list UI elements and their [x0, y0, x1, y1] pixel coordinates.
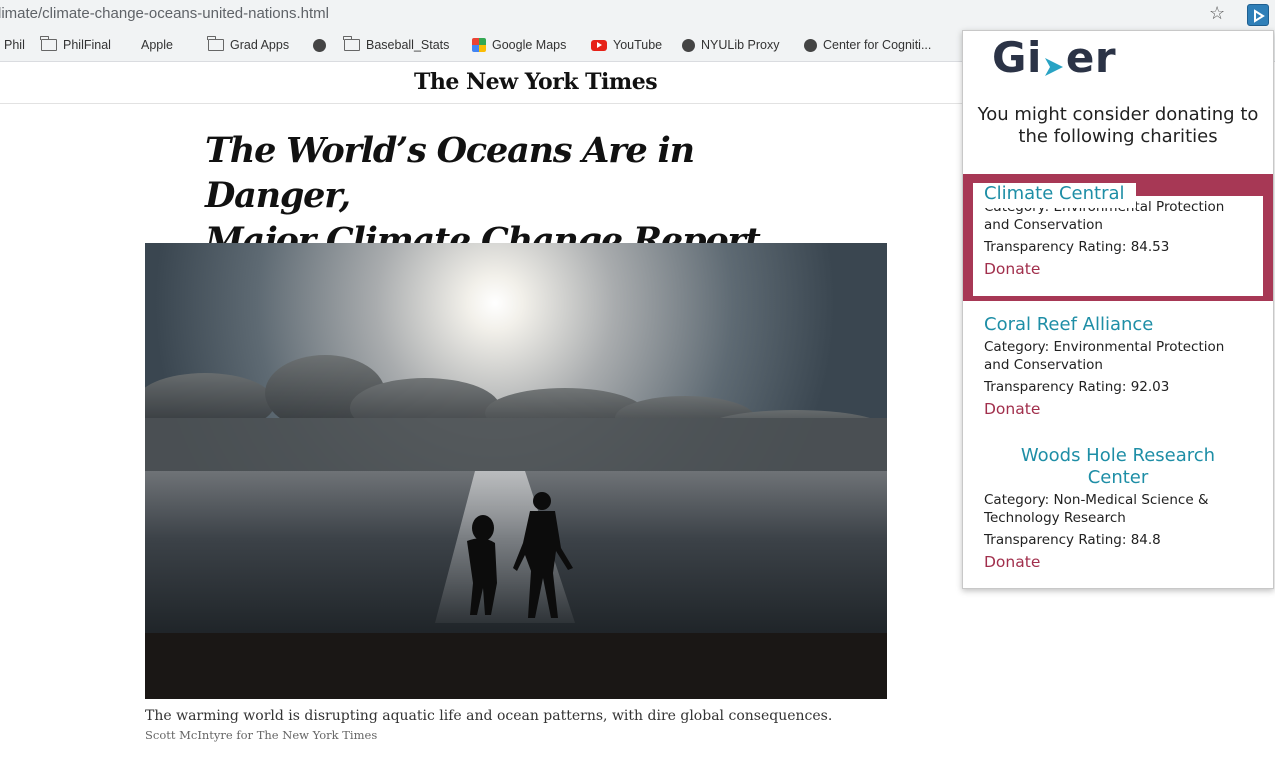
giver-logo: Gi er [992, 33, 1116, 82]
intro-line-1: You might consider donating to [977, 104, 1259, 125]
charity-card-woods-hole[interactable]: Woods Hole Research Center Category: Non… [963, 445, 1273, 571]
bookmark-youtube[interactable]: YouTube [591, 36, 662, 54]
bookmark-nyulib-proxy[interactable]: NYULib Proxy [682, 36, 780, 54]
bookmark-baseball-stats[interactable]: Baseball_Stats [343, 36, 450, 54]
nyt-masthead[interactable]: The New York Times [414, 69, 658, 95]
bookmark-label: NYULib Proxy [701, 38, 780, 52]
donate-link[interactable]: Donate [984, 400, 1252, 418]
play-arrow-icon [1043, 43, 1065, 76]
star-icon[interactable]: ☆ [1209, 3, 1225, 24]
charity-name-line-2: Center [1087, 467, 1149, 488]
bookmark-label: Grad Apps [230, 38, 290, 52]
maps-icon [472, 38, 486, 52]
bookmark-globe[interactable] [313, 36, 326, 54]
bookmark-label: Center for Cogniti... [823, 38, 932, 52]
bookmark-label: Google Maps [492, 38, 567, 52]
intro-line-2: the following charities [1018, 126, 1218, 147]
giver-extension-icon[interactable] [1247, 4, 1269, 26]
photo-credit: Scott McIntyre for The New York Times [145, 728, 378, 742]
category-line-2: and Conservation [984, 217, 1103, 233]
charity-name-line-1: Woods Hole Research [1020, 445, 1216, 466]
globe-icon [804, 38, 817, 52]
intro-text: You might consider donating to the follo… [963, 104, 1273, 148]
bookmark-label: PhilFinal [63, 38, 111, 52]
charity-details: Category: Environmental Protection and C… [973, 196, 1263, 296]
charity-name-tab: Climate Central [973, 183, 1136, 208]
charity-category: Category: Non-Medical Science & Technolo… [984, 491, 1252, 527]
charity-rating: Transparency Rating: 84.8 [984, 532, 1161, 548]
donate-link[interactable]: Donate [984, 553, 1252, 571]
bookmark-center-for-cognition[interactable]: Center for Cogniti... [804, 36, 931, 54]
hero-photo [145, 243, 887, 699]
category-line-2: and Conservation [984, 357, 1103, 373]
category-line-2: Technology Research [984, 510, 1126, 526]
folder-icon [343, 36, 360, 51]
bookmark-apple[interactable]: Apple [135, 36, 173, 54]
category-line-1: Category: Environmental Protection [984, 339, 1225, 355]
charity-category: Category: Environmental Protection and C… [984, 338, 1252, 374]
globe-icon [682, 38, 695, 52]
logo-right-text: er [1065, 33, 1117, 82]
charity-name[interactable]: Woods Hole Research Center [984, 445, 1252, 489]
bookmark-philfinal[interactable]: PhilFinal [40, 36, 111, 54]
bookmark-grad-apps[interactable]: Grad Apps [207, 36, 290, 54]
logo-left-text: Gi [992, 33, 1042, 82]
url-text[interactable]: limate/climate-change-oceans-united-nati… [0, 5, 329, 22]
bookmark-phil[interactable]: Phil [4, 36, 25, 54]
bookmark-label: Phil [4, 38, 25, 52]
charity-card-climate-central[interactable]: Category: Environmental Protection and C… [963, 174, 1273, 301]
headline-line-1: The World’s Oceans Are in Danger, [205, 130, 695, 216]
charity-rating: Transparency Rating: 84.53 [984, 239, 1170, 255]
bookmark-label: Apple [141, 38, 173, 52]
folder-icon [40, 36, 57, 51]
youtube-icon [591, 39, 607, 51]
charity-name[interactable]: Coral Reef Alliance [984, 314, 1252, 336]
address-bar[interactable]: limate/climate-change-oceans-united-nati… [0, 0, 1275, 29]
category-line-1: Category: Non-Medical Science & [984, 492, 1209, 508]
charity-card-coral-reef-alliance[interactable]: Coral Reef Alliance Category: Environmen… [963, 314, 1273, 418]
bookmark-google-maps[interactable]: Google Maps [472, 36, 566, 54]
globe-icon [313, 38, 326, 52]
donate-link[interactable]: Donate [984, 260, 1224, 278]
bookmark-label: YouTube [613, 38, 663, 52]
charity-name[interactable]: Climate Central [984, 183, 1125, 204]
giver-popup: Gi er You might consider donating to the… [962, 30, 1274, 589]
charity-rating: Transparency Rating: 92.03 [984, 379, 1170, 395]
bookmark-label: Baseball_Stats [366, 38, 450, 52]
photo-caption: The warming world is disrupting aquatic … [145, 708, 833, 724]
folder-icon [207, 36, 224, 51]
site-header: The New York Times [0, 63, 962, 104]
